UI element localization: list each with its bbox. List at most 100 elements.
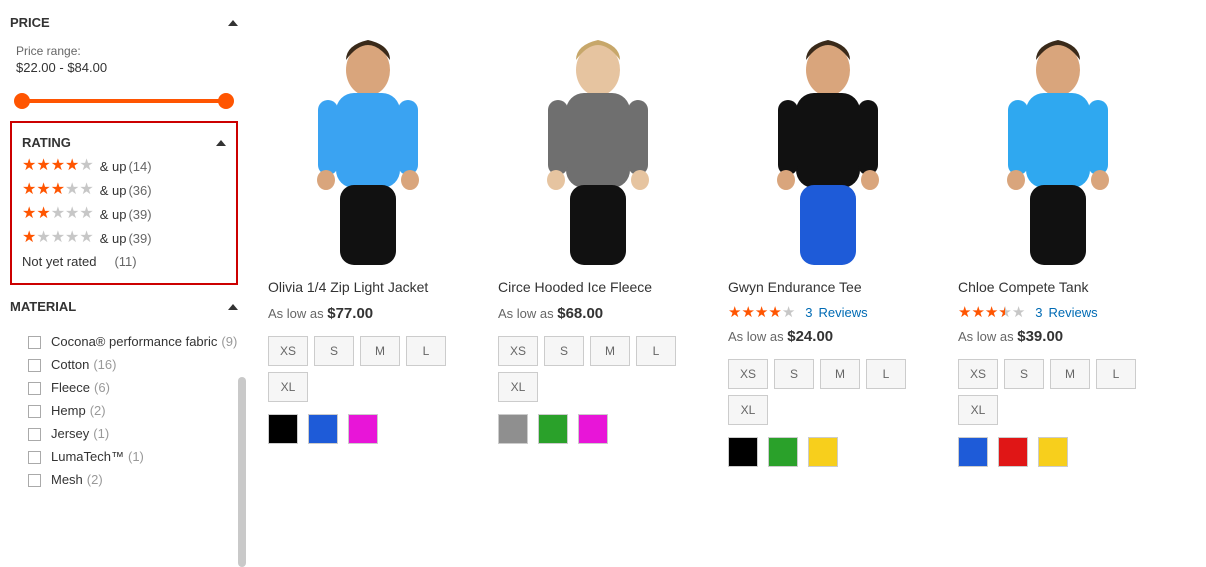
product-name[interactable]: Gwyn Endurance Tee xyxy=(728,279,928,295)
material-option[interactable]: Fleece (6) xyxy=(28,380,238,395)
color-swatch[interactable] xyxy=(498,414,528,444)
rating-count: (14) xyxy=(128,159,151,174)
checkbox-icon[interactable] xyxy=(28,359,41,372)
chevron-up-icon xyxy=(228,304,238,310)
material-count: (1) xyxy=(128,449,144,464)
size-swatch[interactable]: M xyxy=(1050,359,1090,389)
checkbox-icon[interactable] xyxy=(28,474,41,487)
star-icon: ★ xyxy=(79,182,93,198)
color-swatches xyxy=(498,414,698,444)
star-icon: ★ xyxy=(79,206,93,222)
star-icon: ★ xyxy=(22,230,36,246)
color-swatch[interactable] xyxy=(998,437,1028,467)
price-slider-handle-min[interactable] xyxy=(14,93,30,109)
size-swatch[interactable]: M xyxy=(590,336,630,366)
price-slider-handle-max[interactable] xyxy=(218,93,234,109)
product-card: Olivia 1/4 Zip Light JacketAs low as $77… xyxy=(268,15,468,505)
reviews-label: Reviews xyxy=(819,305,868,320)
product-image[interactable] xyxy=(958,15,1158,265)
filter-material-header[interactable]: Material xyxy=(10,299,238,314)
size-swatch[interactable]: S xyxy=(774,359,814,389)
size-swatch[interactable]: M xyxy=(360,336,400,366)
color-swatch[interactable] xyxy=(1038,437,1068,467)
material-option[interactable]: LumaTech™ (1) xyxy=(28,449,238,464)
product-price: As low as $68.00 xyxy=(498,305,698,322)
size-swatch[interactable]: XS xyxy=(268,336,308,366)
checkbox-icon[interactable] xyxy=(28,405,41,418)
star-icon: ★ xyxy=(741,305,754,320)
checkbox-icon[interactable] xyxy=(28,451,41,464)
product-reviews[interactable]: ★★★★★3Reviews xyxy=(958,305,1158,320)
product-name[interactable]: Circe Hooded Ice Fleece xyxy=(498,279,698,295)
filter-price-header[interactable]: Price xyxy=(10,15,238,30)
material-count: (2) xyxy=(90,403,106,418)
size-swatch[interactable]: L xyxy=(866,359,906,389)
color-swatch[interactable] xyxy=(578,414,608,444)
and-up-label: & up xyxy=(100,207,127,222)
not-yet-rated-label: Not yet rated xyxy=(22,254,96,269)
filter-material-title: Material xyxy=(10,299,76,314)
color-swatch[interactable] xyxy=(308,414,338,444)
price-slider[interactable] xyxy=(22,99,226,103)
size-swatches: XSSML XL xyxy=(498,336,698,402)
size-swatch[interactable]: S xyxy=(314,336,354,366)
product-name[interactable]: Chloe Compete Tank xyxy=(958,279,1158,295)
size-swatch[interactable]: S xyxy=(544,336,584,366)
color-swatch[interactable] xyxy=(538,414,568,444)
size-swatch[interactable]: XL xyxy=(268,372,308,402)
star-icon: ★ xyxy=(79,158,93,174)
material-label: Jersey xyxy=(51,426,89,441)
size-swatch[interactable]: XS xyxy=(498,336,538,366)
rating-filter-3-star[interactable]: ★★★★★& up (36) xyxy=(22,182,226,198)
checkbox-icon[interactable] xyxy=(28,428,41,441)
product-image[interactable] xyxy=(728,15,928,265)
product-card: Gwyn Endurance Tee★★★★★3ReviewsAs low as… xyxy=(728,15,928,505)
filter-rating-header[interactable]: Rating xyxy=(22,135,226,150)
rating-filter-2-star[interactable]: ★★★★★& up (39) xyxy=(22,206,226,222)
size-swatch[interactable]: L xyxy=(1096,359,1136,389)
size-swatch[interactable]: L xyxy=(636,336,676,366)
color-swatch[interactable] xyxy=(808,437,838,467)
material-count: (16) xyxy=(93,357,116,372)
size-swatch[interactable]: XS xyxy=(958,359,998,389)
sidebar-scroll-thumb[interactable] xyxy=(238,377,246,567)
size-swatch[interactable]: M xyxy=(820,359,860,389)
color-swatch[interactable] xyxy=(958,437,988,467)
material-count: (9) xyxy=(221,334,237,349)
material-option[interactable]: Mesh (2) xyxy=(28,472,238,487)
color-swatch[interactable] xyxy=(348,414,378,444)
star-icon: ★ xyxy=(958,305,971,320)
size-swatch[interactable]: XL xyxy=(958,395,998,425)
star-icon: ★ xyxy=(728,305,741,320)
size-swatch[interactable]: XL xyxy=(728,395,768,425)
chevron-up-icon xyxy=(228,20,238,26)
rating-count: (39) xyxy=(128,231,151,246)
material-option[interactable]: Hemp (2) xyxy=(28,403,238,418)
product-grid: Olivia 1/4 Zip Light JacketAs low as $77… xyxy=(268,15,1196,505)
rating-filter-4-star[interactable]: ★★★★★& up (14) xyxy=(22,158,226,174)
product-image[interactable] xyxy=(268,15,468,265)
price-range-label: Price range: xyxy=(16,44,232,58)
rating-filter-1-star[interactable]: ★★★★★& up (39) xyxy=(22,230,226,246)
product-reviews[interactable]: ★★★★★3Reviews xyxy=(728,305,928,320)
size-swatch[interactable]: S xyxy=(1004,359,1044,389)
rating-not-yet-rated[interactable]: Not yet rated (11) xyxy=(22,254,226,269)
material-option[interactable]: Cotton (16) xyxy=(28,357,238,372)
size-swatch[interactable]: XS xyxy=(728,359,768,389)
checkbox-icon[interactable] xyxy=(28,336,41,349)
filter-rating-title: Rating xyxy=(22,135,71,150)
size-swatch[interactable]: L xyxy=(406,336,446,366)
product-card: Chloe Compete Tank★★★★★3ReviewsAs low as… xyxy=(958,15,1158,505)
color-swatch[interactable] xyxy=(268,414,298,444)
size-swatch[interactable]: XL xyxy=(498,372,538,402)
product-image[interactable] xyxy=(498,15,698,265)
checkbox-icon[interactable] xyxy=(28,382,41,395)
price-range-value: $22.00 - $84.00 xyxy=(16,60,232,75)
product-name[interactable]: Olivia 1/4 Zip Light Jacket xyxy=(268,279,468,295)
color-swatch[interactable] xyxy=(768,437,798,467)
material-option[interactable]: Jersey (1) xyxy=(28,426,238,441)
color-swatches xyxy=(268,414,468,444)
star-icon: ★ xyxy=(51,182,65,198)
color-swatch[interactable] xyxy=(728,437,758,467)
material-option[interactable]: Cocona® performance fabric (9) xyxy=(28,334,238,349)
